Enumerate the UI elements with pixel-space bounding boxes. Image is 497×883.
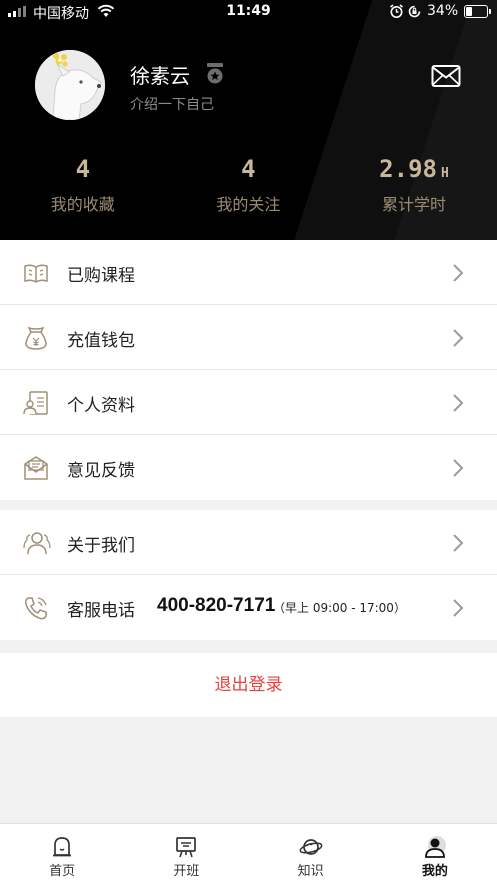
- nav-tab-classes[interactable]: 开班: [124, 824, 248, 883]
- home-icon: [53, 837, 72, 857]
- menu-item-profile-info[interactable]: 个人资料: [0, 370, 497, 435]
- stat-value: 2.98: [379, 155, 437, 183]
- battery-percent: 34%: [427, 3, 459, 19]
- user-bio[interactable]: 介绍一下自己: [130, 94, 214, 114]
- menu-item-wallet[interactable]: 充值钱包: [0, 305, 497, 370]
- phone-icon: [25, 597, 47, 620]
- service-hours: （早上 09:00 - 17:00）: [273, 601, 406, 615]
- battery-icon: [464, 5, 491, 18]
- nav-tab-knowledge[interactable]: 知识: [249, 824, 373, 883]
- profile-header: 中国移动 11:49 34% 徐素云 介绍一下自己 4 我的收藏 4 我的关注 …: [0, 0, 497, 240]
- stat-value: 4: [241, 155, 256, 183]
- stat-label: 我的收藏: [50, 195, 115, 214]
- chevron-right-icon: [453, 264, 464, 282]
- classroom-icon: [176, 837, 197, 858]
- status-time: 11:49: [226, 3, 271, 19]
- stat-label: 我的关注: [216, 195, 281, 214]
- nav-label: 首页: [49, 864, 76, 879]
- avatar[interactable]: [35, 50, 105, 120]
- stat-value: 4: [75, 155, 91, 183]
- planet-icon: [299, 839, 323, 855]
- menu-item-purchased-courses[interactable]: 已购课程: [0, 240, 497, 305]
- chevron-right-icon: [453, 394, 464, 412]
- menu-group-account: 已购课程 充值钱包 个人资料 意见反馈: [0, 240, 497, 500]
- stat-label: 累计学时: [381, 195, 446, 214]
- alarm-icon: [390, 4, 403, 18]
- nav-label: 我的: [421, 864, 448, 879]
- menu-item-feedback[interactable]: 意见反馈: [0, 435, 497, 500]
- book-icon: [24, 264, 48, 283]
- profile-card-icon: [23, 391, 48, 415]
- feedback-envelope-icon: [24, 456, 48, 480]
- profile-stats: 4 我的收藏 4 我的关注 2.98 H 累计学时: [0, 152, 497, 215]
- menu-item-customer-service[interactable]: 客服电话 400-820-7171 （早上 09:00 - 17:00）: [0, 575, 497, 640]
- user-icon: [424, 836, 446, 858]
- menu-label: 已购课程: [67, 266, 135, 286]
- stat-favorites[interactable]: 4 我的收藏: [0, 152, 166, 215]
- dog-avatar-icon: [35, 50, 105, 120]
- nav-label: 开班: [173, 864, 200, 879]
- menu-item-about-us[interactable]: 关于我们: [0, 510, 497, 575]
- chevron-right-icon: [453, 599, 464, 617]
- chevron-right-icon: [453, 459, 464, 477]
- people-icon: [23, 532, 51, 555]
- nav-label: 知识: [297, 864, 324, 879]
- wallet-icon: [25, 326, 47, 350]
- chevron-right-icon: [453, 329, 464, 347]
- medal-badge-icon: [207, 63, 223, 84]
- user-name: 徐素云: [130, 64, 190, 88]
- menu-label: 意见反馈: [67, 461, 135, 481]
- menu-label: 个人资料: [67, 396, 135, 416]
- status-bar: 中国移动 11:49 34%: [0, 0, 497, 24]
- mail-icon[interactable]: [431, 64, 461, 88]
- menu-label: 充值钱包: [67, 331, 135, 351]
- stat-unit: H: [440, 166, 449, 181]
- logout-button[interactable]: 退出登录: [0, 653, 497, 717]
- menu-label: 客服电话: [67, 601, 135, 621]
- nav-tab-mine[interactable]: 我的: [373, 824, 497, 883]
- orientation-lock-icon: [408, 5, 421, 18]
- chevron-right-icon: [453, 534, 464, 552]
- stat-following[interactable]: 4 我的关注: [166, 152, 332, 215]
- service-phone-number[interactable]: 400-820-7171: [157, 595, 275, 617]
- bottom-nav: 首页 开班 知识 我的: [0, 823, 497, 883]
- menu-group-about: 关于我们 客服电话 400-820-7171 （早上 09:00 - 17:00…: [0, 510, 497, 640]
- nav-tab-home[interactable]: 首页: [0, 824, 124, 883]
- stat-study-hours[interactable]: 2.98 H 累计学时: [331, 152, 497, 215]
- menu-label: 关于我们: [67, 536, 135, 556]
